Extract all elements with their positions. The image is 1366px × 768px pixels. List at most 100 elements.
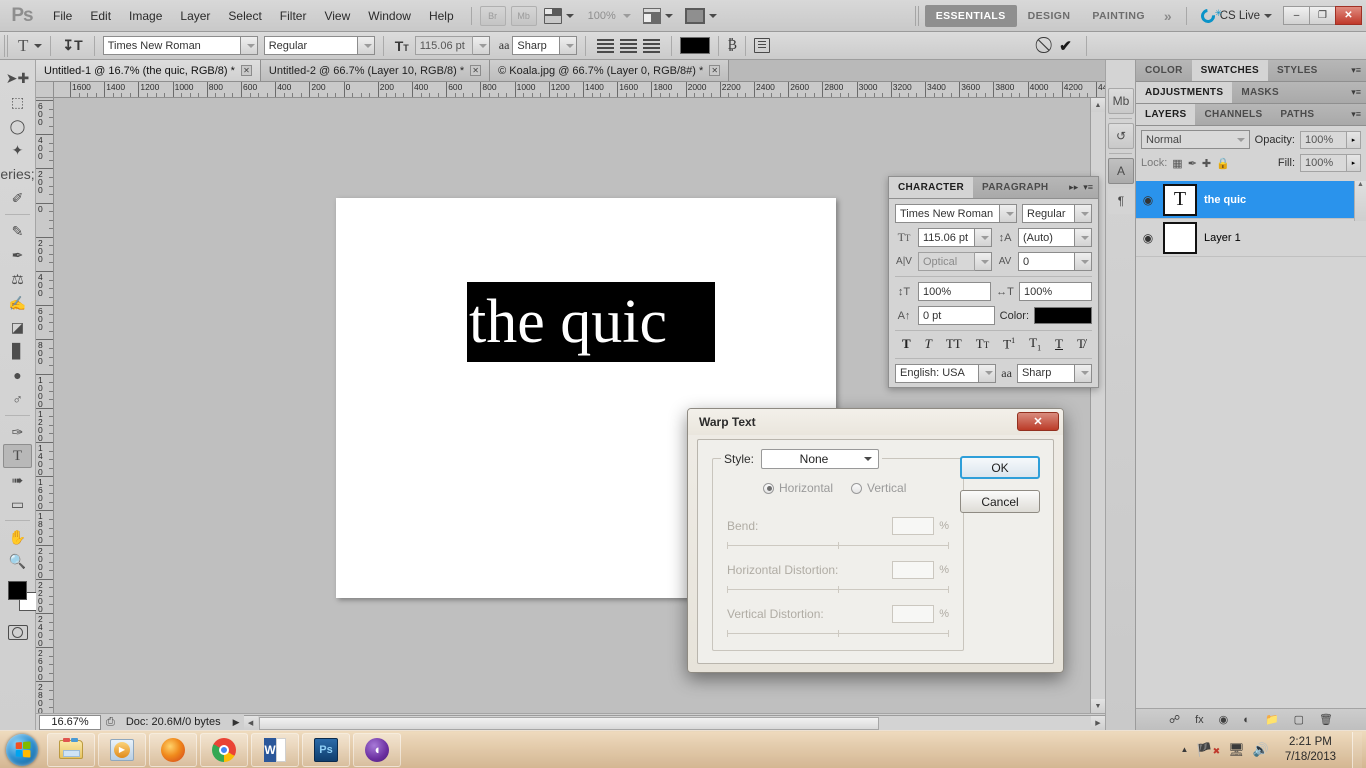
dodge-tool[interactable]: ♂ <box>0 387 35 411</box>
lock-image-icon[interactable]: ✒ <box>1188 157 1197 170</box>
taskbar-item-photoshop[interactable]: Ps <box>302 732 350 767</box>
scroll-left-icon[interactable]: ◀ <box>243 715 258 730</box>
network-error-icon[interactable]: 🏴✖ <box>1196 742 1220 758</box>
warp-vertical-radio[interactable]: Vertical <box>851 481 906 495</box>
warp-style-select[interactable]: None <box>761 449 880 469</box>
display-icon[interactable]: 🖥 <box>1228 742 1245 758</box>
font-family-input[interactable]: Times New Roman <box>102 36 241 55</box>
rectangular-marquee-tool[interactable]: ⬚ <box>0 90 35 114</box>
character-panel-menu-icon[interactable]: ▾≡ <box>1083 177 1098 198</box>
close-tab-icon[interactable]: ✕ <box>470 65 482 76</box>
small-caps-button[interactable]: TT <box>976 336 989 352</box>
character-baseline-shift-input[interactable]: 0 pt <box>918 306 995 325</box>
character-tracking-chevron-icon[interactable] <box>1075 252 1092 271</box>
mini-bridge-icon[interactable]: Mb <box>1108 88 1134 114</box>
character-tracking-input[interactable]: 0 <box>1018 252 1075 271</box>
table-row[interactable]: ◉ Layer 1 <box>1136 219 1366 257</box>
horizontal-ruler[interactable]: 1600 1400 1200 1000 800 600 400 200 0 200 400 600 80… <box>54 82 1105 98</box>
foreground-background-colors[interactable] <box>6 579 38 619</box>
opacity-input[interactable]: 100% <box>1300 130 1347 149</box>
character-color-swatch[interactable] <box>1034 307 1092 324</box>
lock-all-icon[interactable]: 🔒 <box>1216 157 1230 170</box>
spot-healing-brush-tool[interactable]: ✎ <box>0 219 35 243</box>
character-panel-icon[interactable]: A <box>1108 158 1134 184</box>
warp-horizontal-distortion-input[interactable] <box>892 561 935 579</box>
tab-masks[interactable]: MASKS <box>1232 82 1288 103</box>
layer-visibility-icon[interactable]: ◉ <box>1140 231 1156 245</box>
font-size-input[interactable]: 115.06 pt <box>414 36 473 55</box>
font-style-input[interactable]: Regular <box>263 36 358 55</box>
taskbar-item-explorer[interactable] <box>47 732 95 767</box>
warp-vertical-distortion-input[interactable] <box>892 605 935 623</box>
brush-tool[interactable]: ✒ <box>0 243 35 267</box>
history-actions-icon[interactable]: ↺ <box>1108 123 1134 149</box>
blur-tool[interactable]: ● <box>0 363 35 387</box>
start-button[interactable] <box>0 732 44 768</box>
menu-select[interactable]: Select <box>219 5 270 27</box>
tab-paths[interactable]: PATHS <box>1271 104 1323 125</box>
taskbar-item-chrome[interactable] <box>200 732 248 767</box>
close-button[interactable]: ✕ <box>1335 6 1362 25</box>
clone-stamp-tool[interactable]: ⚖ <box>0 267 35 291</box>
align-center-icon[interactable] <box>620 38 638 53</box>
tab-color[interactable]: COLOR <box>1136 60 1192 81</box>
character-kerning-input[interactable]: Optical <box>918 252 975 271</box>
adjustments-panel-menu-icon[interactable]: ▾≡ <box>1346 82 1366 103</box>
text-color-swatch[interactable] <box>680 37 711 54</box>
menu-help[interactable]: Help <box>420 5 463 27</box>
close-tab-icon[interactable]: ✕ <box>240 65 252 76</box>
document-tab-untitled-1[interactable]: Untitled-1 @ 16.7% (the quic, RGB/8) * ✕ <box>36 60 261 81</box>
subscript-button[interactable]: T1 <box>1029 335 1041 353</box>
screen-mode-icon[interactable] <box>684 7 705 24</box>
quick-mask-toggle[interactable] <box>0 621 35 643</box>
new-layer-icon[interactable]: ▢ <box>1294 713 1304 726</box>
layer-thumbnail[interactable] <box>1163 221 1197 254</box>
character-font-family-chevron-icon[interactable] <box>1000 204 1017 223</box>
layers-scrollbar[interactable]: ▲ <box>1354 181 1366 221</box>
lock-position-icon[interactable]: ✚ <box>1202 157 1211 170</box>
toggle-panels-icon[interactable] <box>754 38 771 53</box>
commit-edits-icon[interactable]: ✔ <box>1053 37 1078 55</box>
blend-mode-select[interactable]: Normal <box>1141 130 1250 149</box>
launch-bridge-button[interactable]: Br <box>479 5 506 26</box>
foreground-color-swatch[interactable] <box>8 581 27 600</box>
character-panel-collapse-icon[interactable]: ▸▸ <box>1064 177 1083 198</box>
history-brush-tool[interactable]: ✍ <box>0 291 35 315</box>
swatches-panel-menu-icon[interactable]: ▾≡ <box>1346 60 1366 81</box>
tool-preset-chevron-icon[interactable] <box>34 43 43 48</box>
horizontal-type-tool[interactable]: T <box>3 444 32 468</box>
layer-name[interactable]: the quic <box>1204 194 1246 206</box>
antialias-input[interactable]: Sharp <box>512 36 561 55</box>
view-extras-chevron-icon[interactable] <box>565 13 574 18</box>
lasso-tool[interactable]: ◯ <box>0 114 35 138</box>
antialias-chevron-icon[interactable] <box>560 36 578 55</box>
workspace-grip-handle[interactable] <box>914 5 921 26</box>
volume-icon[interactable]: 🔊 <box>1253 742 1269 758</box>
eyedropper-tool[interactable]: ✐ <box>0 186 35 210</box>
status-preview-icon[interactable]: ⎙ <box>103 716 118 729</box>
document-tab-koala[interactable]: © Koala.jpg @ 66.7% (Layer 0, RGB/8#) * … <box>490 60 730 81</box>
layer-thumbnail[interactable]: T <box>1163 183 1197 216</box>
restore-button[interactable]: ❐ <box>1309 6 1336 25</box>
character-font-size-chevron-icon[interactable] <box>975 228 992 247</box>
superscript-button[interactable]: T1 <box>1003 336 1015 352</box>
menu-filter[interactable]: Filter <box>271 5 316 27</box>
quick-selection-tool[interactable]: ✦ <box>0 138 35 162</box>
character-leading-input[interactable]: (Auto) <box>1018 228 1075 247</box>
tab-layers[interactable]: LAYERS <box>1136 104 1196 125</box>
menu-layer[interactable]: Layer <box>171 5 219 27</box>
zoom-percent-input[interactable]: 16.67% <box>39 714 101 730</box>
warp-horizontal-radio[interactable]: Horizontal <box>763 481 833 495</box>
character-leading-chevron-icon[interactable] <box>1075 228 1092 247</box>
align-left-icon[interactable] <box>597 38 615 53</box>
menu-file[interactable]: File <box>44 5 81 27</box>
layer-mask-icon[interactable]: ◉ <box>1219 713 1229 726</box>
path-selection-tool[interactable]: ➠ <box>0 468 35 492</box>
tab-swatches[interactable]: SWATCHES <box>1191 60 1268 81</box>
ruler-origin-corner[interactable] <box>36 82 54 98</box>
menu-window[interactable]: Window <box>359 5 420 27</box>
faux-bold-button[interactable]: T <box>902 336 911 352</box>
warp-ok-button[interactable]: OK <box>960 456 1040 479</box>
layers-panel-menu-icon[interactable]: ▾≡ <box>1346 104 1366 125</box>
layer-visibility-icon[interactable]: ◉ <box>1140 193 1156 207</box>
